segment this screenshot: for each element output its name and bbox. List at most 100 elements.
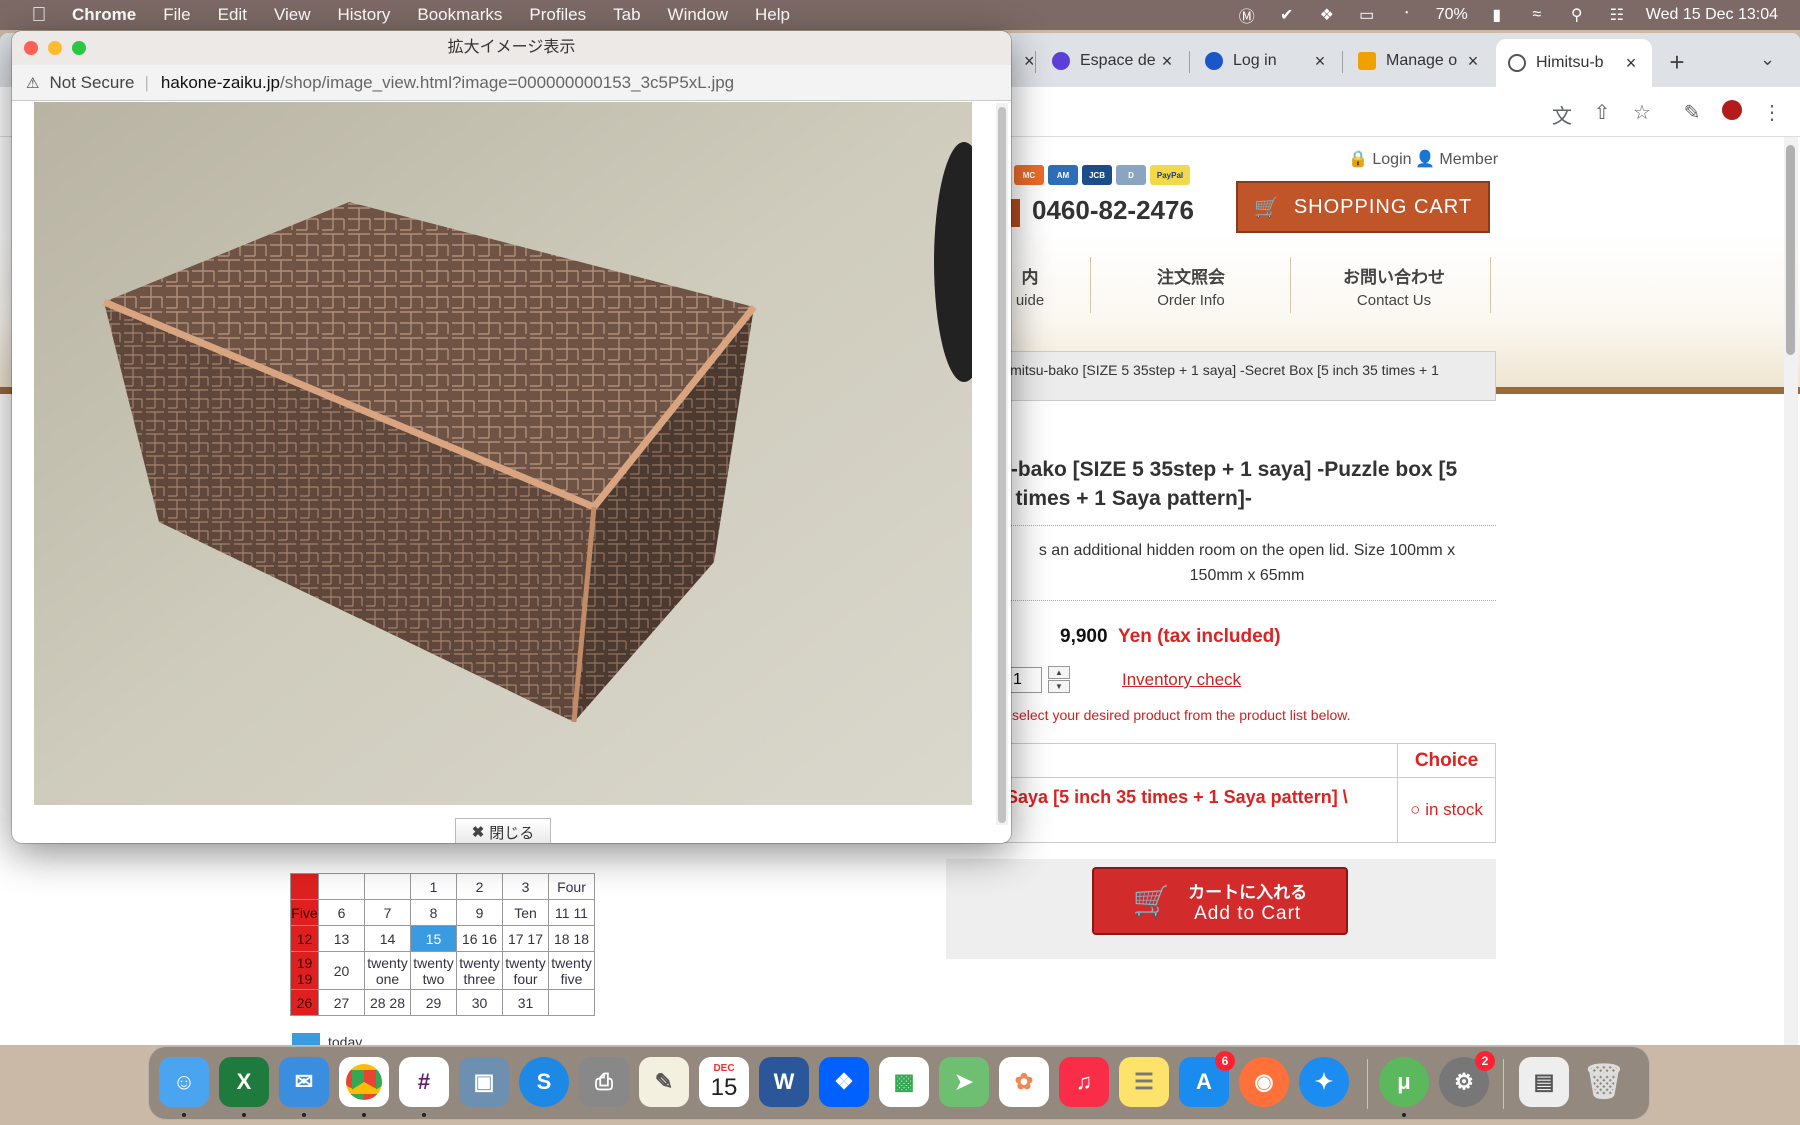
- login-link[interactable]: 🔒 Login: [1348, 149, 1412, 169]
- printer-icon[interactable]: ⎙: [579, 1057, 629, 1107]
- shopping-cart-button[interactable]: 🛒 SHOPPING CART: [1236, 181, 1490, 233]
- dropbox-icon[interactable]: ❖: [1316, 5, 1338, 25]
- nav-order-info[interactable]: 注文照会 Order Info: [1126, 263, 1256, 309]
- page-scrollbar[interactable]: [1784, 137, 1798, 1045]
- member-link[interactable]: 👤 Member: [1415, 149, 1498, 169]
- excel-icon[interactable]: X: [219, 1057, 269, 1107]
- system-preferences-icon[interactable]: ⚙ 2: [1439, 1051, 1495, 1107]
- slack-icon[interactable]: #: [399, 1057, 449, 1107]
- downloads-stack-icon[interactable]: ▤: [1519, 1057, 1569, 1107]
- scrollbar-thumb[interactable]: [1786, 145, 1795, 355]
- tab-close-icon[interactable]: ×: [1158, 51, 1176, 72]
- safari-icon[interactable]: ✦: [1299, 1057, 1349, 1107]
- not-secure-label: Not Secure: [49, 72, 135, 92]
- radio-button[interactable]: ○: [1410, 800, 1420, 819]
- status-area: Ⓜ ✔ ❖ ▭ ᛫ 70% ▮ ≈ ⚲ ☷ Wed 15 Dec 13:04: [1236, 0, 1778, 30]
- calendar-cell: twenty three: [456, 951, 503, 990]
- menu-app-chrome[interactable]: Chrome: [72, 5, 136, 25]
- calendar-cell: [364, 873, 411, 900]
- clock[interactable]: Wed 15 Dec 13:04: [1646, 6, 1778, 24]
- minimize-window-button[interactable]: [48, 41, 62, 55]
- tab-close-icon[interactable]: ×: [1024, 51, 1035, 72]
- inventory-check-link[interactable]: Inventory check: [1122, 670, 1241, 690]
- battery-percent[interactable]: 70%: [1436, 6, 1468, 24]
- running-indicator: [242, 1113, 246, 1117]
- tab-search-chevron-icon[interactable]: ⌄: [1760, 49, 1775, 70]
- zoom-window-button[interactable]: [72, 41, 86, 55]
- word-icon[interactable]: W: [759, 1057, 809, 1107]
- menu-file[interactable]: File: [163, 5, 190, 25]
- popup-scrollbar[interactable]: [996, 103, 1008, 825]
- calendar-cell-today: 15: [410, 925, 457, 952]
- menu-bookmarks[interactable]: Bookmarks: [417, 5, 502, 25]
- screen-mirror-icon[interactable]: ▭: [1356, 5, 1378, 25]
- music-icon[interactable]: ♫: [1059, 1057, 1109, 1107]
- table-row: Size5 Saya [5 inch 35 times + 1 Saya pat…: [946, 777, 1496, 843]
- more-menu-icon[interactable]: ⋮: [1760, 100, 1784, 124]
- menu-profiles[interactable]: Profiles: [529, 5, 586, 25]
- close-window-button[interactable]: [24, 41, 38, 55]
- new-tab-button[interactable]: +: [1662, 47, 1692, 77]
- calendar-cell: [290, 873, 319, 900]
- close-button[interactable]: ✖ 閉じる: [455, 818, 551, 843]
- utorrent-icon[interactable]: μ: [1379, 1057, 1429, 1107]
- quantity-up-icon[interactable]: ▲: [1048, 666, 1070, 679]
- spotlight-search-icon[interactable]: ⚲: [1566, 5, 1588, 25]
- calendar-cell: 16 16: [456, 925, 503, 952]
- menu-history[interactable]: History: [337, 5, 390, 25]
- textedit-icon[interactable]: ✎: [639, 1057, 689, 1107]
- maps-icon[interactable]: ➤: [939, 1057, 989, 1107]
- dock: ☺ X ✉ # ▣ S ⎙ ✎ DEC 15 W ❖ ▩ ➤ ✿ ♫ ☰ A6 …: [148, 1046, 1650, 1120]
- tab-himitsu-active[interactable]: Himitsu-b ×: [1496, 39, 1652, 87]
- wifi-icon[interactable]: ≈: [1526, 6, 1548, 24]
- apple-menu-icon[interactable]: : [26, 4, 52, 27]
- menu-edit[interactable]: Edit: [218, 5, 247, 25]
- checkmark-icon[interactable]: ✔: [1276, 5, 1298, 25]
- control-center-icon[interactable]: ☷: [1606, 5, 1628, 25]
- tab-espace[interactable]: Espace de ×: [1040, 41, 1188, 81]
- calendar-cell: 1: [410, 873, 457, 900]
- share-icon[interactable]: ⇧: [1590, 100, 1614, 124]
- popup-address-bar[interactable]: ⚠ Not Secure | hakone-zaiku.jp/shop/imag…: [12, 65, 1011, 101]
- app-store-icon[interactable]: A6: [1179, 1051, 1235, 1107]
- tab-close-icon[interactable]: ×: [1311, 51, 1329, 72]
- photos-icon[interactable]: ✿: [999, 1057, 1049, 1107]
- add-to-cart-button[interactable]: 🛒 カートに入れる Add to Cart: [1092, 867, 1348, 935]
- nav-guide[interactable]: 内 uide: [1012, 263, 1048, 309]
- calendar-cell: 7: [364, 899, 411, 926]
- tab-manage[interactable]: Manage o ×: [1346, 41, 1494, 81]
- bookmark-star-icon[interactable]: ☆: [1630, 100, 1654, 124]
- profile-avatar-icon[interactable]: [1720, 100, 1744, 124]
- bluetooth-icon[interactable]: ᛫: [1396, 6, 1418, 24]
- skype-icon[interactable]: S: [519, 1057, 569, 1107]
- preview-icon[interactable]: ▣: [459, 1057, 509, 1107]
- wordpress-icon[interactable]: Ⓜ: [1236, 3, 1258, 27]
- tab-login[interactable]: Log in ×: [1193, 41, 1341, 81]
- translate-icon[interactable]: 文: [1550, 100, 1574, 128]
- firefox-icon[interactable]: ◉: [1239, 1057, 1289, 1107]
- finder-icon[interactable]: ☺: [159, 1057, 209, 1107]
- nav-contact-us[interactable]: お問い合わせ Contact Us: [1326, 263, 1462, 309]
- variant-table: Choice Size5 Saya [5 inch 35 times + 1 S…: [946, 743, 1496, 843]
- tab-partial-close[interactable]: ×: [1012, 41, 1036, 81]
- menu-window[interactable]: Window: [668, 5, 728, 25]
- menu-tab[interactable]: Tab: [613, 5, 640, 25]
- calendar-app-icon[interactable]: DEC 15: [699, 1057, 749, 1107]
- menu-help[interactable]: Help: [755, 5, 790, 25]
- tab-close-icon[interactable]: ×: [1622, 53, 1640, 74]
- chrome-icon[interactable]: [339, 1057, 389, 1107]
- battery-icon[interactable]: ▮: [1486, 5, 1508, 25]
- notes-icon[interactable]: ☰: [1119, 1057, 1169, 1107]
- trash-icon[interactable]: 🗑: [1579, 1057, 1629, 1107]
- extensions-puzzle-icon[interactable]: ✎: [1680, 100, 1704, 124]
- menu-view[interactable]: View: [274, 5, 311, 25]
- dropbox-app-icon[interactable]: ❖: [819, 1057, 869, 1107]
- scrollbar-thumb[interactable]: [998, 107, 1006, 823]
- calendar-cell: 8: [410, 899, 457, 926]
- mail-icon[interactable]: ✉: [279, 1057, 329, 1107]
- variant-choice-cell[interactable]: ○ in stock: [1397, 777, 1496, 843]
- numbers-icon[interactable]: ▩: [879, 1057, 929, 1107]
- quantity-input[interactable]: 1: [1008, 667, 1042, 693]
- tab-close-icon[interactable]: ×: [1464, 51, 1482, 72]
- quantity-down-icon[interactable]: ▼: [1048, 680, 1070, 693]
